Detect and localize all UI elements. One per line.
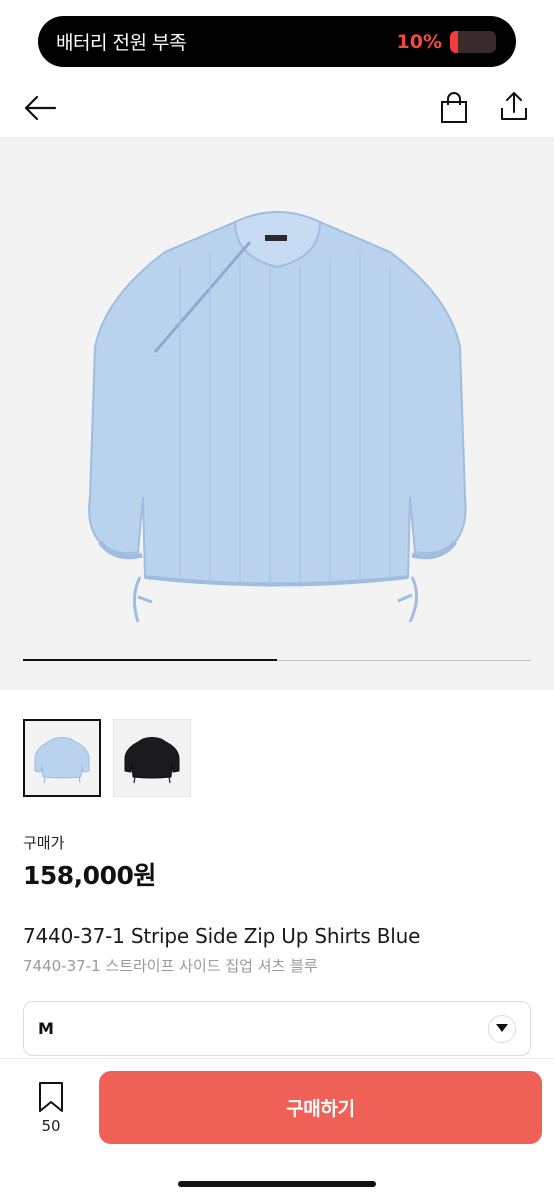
price-value: 158,000원 bbox=[23, 861, 156, 890]
product-title-english: 7440-37-1 Stripe Side Zip Up Shirts Blue bbox=[23, 924, 421, 948]
battery-level-fill bbox=[450, 30, 459, 53]
price-label: 구매가 bbox=[23, 834, 65, 852]
back-button[interactable] bbox=[20, 88, 60, 128]
top-navigation-bar bbox=[0, 80, 554, 136]
thumbnail-blue[interactable] bbox=[23, 719, 101, 797]
share-button[interactable] bbox=[494, 86, 534, 126]
thumbnail-list bbox=[23, 719, 191, 797]
product-image-carousel[interactable] bbox=[0, 137, 554, 690]
product-shirt-image bbox=[88, 211, 467, 623]
low-battery-banner[interactable]: 배터리 전원 부족 10% bbox=[38, 16, 516, 67]
product-title-korean: 7440-37-1 스트라이프 사이드 집업 셔츠 블루 bbox=[23, 957, 318, 975]
wishlist-count: 50 bbox=[41, 1117, 61, 1135]
shopping-bag-icon bbox=[441, 92, 467, 123]
carousel-progress-fill bbox=[23, 659, 277, 661]
selected-size: M bbox=[38, 1019, 54, 1038]
battery-message: 배터리 전원 부족 bbox=[56, 32, 186, 54]
battery-percent: 10% bbox=[396, 30, 442, 53]
bottom-action-bar: 50 구매하기 bbox=[0, 1058, 554, 1200]
black-shirt-thumbnail-image bbox=[124, 737, 180, 784]
home-indicator[interactable] bbox=[178, 1181, 376, 1187]
battery-status: 10% bbox=[396, 30, 496, 53]
battery-icon bbox=[450, 30, 496, 53]
shopping-bag-button[interactable] bbox=[434, 88, 474, 128]
carousel-progress-track bbox=[23, 659, 531, 661]
thumbnail-black[interactable] bbox=[113, 719, 191, 797]
arrow-left-icon bbox=[24, 95, 57, 121]
bookmark-icon bbox=[39, 1082, 63, 1112]
buy-button[interactable]: 구매하기 bbox=[99, 1071, 542, 1144]
wishlist-button[interactable]: 50 bbox=[24, 1081, 78, 1135]
blue-shirt-thumbnail-image bbox=[34, 737, 90, 784]
size-select[interactable]: M bbox=[23, 1001, 531, 1056]
share-icon bbox=[501, 92, 527, 120]
chevron-down-icon bbox=[488, 1014, 516, 1043]
